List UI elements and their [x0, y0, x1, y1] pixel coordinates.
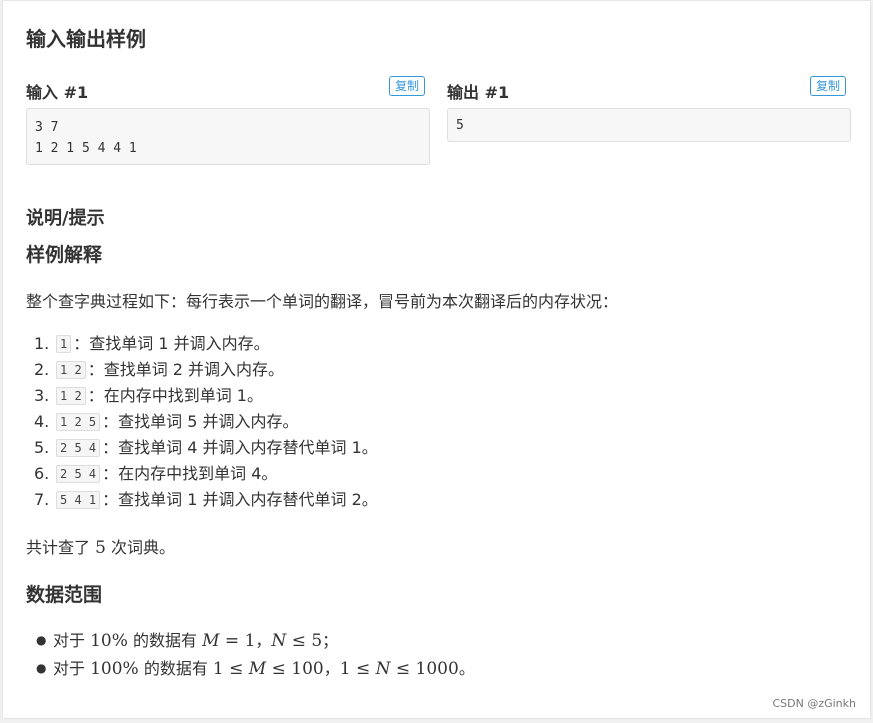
output-sample-box[interactable]: 5 — [447, 108, 851, 142]
memory-chip: 2 5 4 — [56, 465, 101, 483]
data-range-title: 数据范围 — [26, 584, 103, 606]
explain-intro: 整个查字典过程如下：每行表示一个单词的翻译，冒号前为本次翻译后的内存状况： — [26, 292, 619, 311]
copy-output-button[interactable]: 复制 — [810, 76, 847, 96]
input-line-1: 3 7 — [35, 120, 59, 135]
input-line-2: 1 2 1 5 4 4 1 — [35, 141, 137, 156]
section-title: 输入输出样例 — [26, 27, 146, 51]
list-item: 2. 1 2 ：查找单词 2 并调入内存。 — [34, 360, 285, 379]
memory-chip: 1 2 5 — [56, 413, 101, 431]
input-sample-box[interactable]: 3 7 1 2 1 5 4 4 1 — [26, 108, 430, 165]
list-item: 4. 1 2 5 ：查找单词 5 并调入内存。 — [34, 412, 299, 431]
list-item: 3. 1 2 ：在内存中找到单词 1。 — [34, 386, 263, 405]
memory-chip: 1 2 — [56, 361, 86, 379]
output-line-1: 5 — [456, 118, 464, 133]
list-item: 6. 2 5 4 ：在内存中找到单词 4。 — [34, 464, 278, 483]
list-item: 7. 5 4 1 ：查找单词 1 并调入内存替代单词 2。 — [34, 490, 378, 509]
memory-chip: 1 2 — [56, 387, 86, 405]
bullet-icon: ● — [36, 633, 47, 647]
list-item: 1. 1 ：查找单词 1 并调入内存。 — [34, 334, 270, 353]
steps-list: 1. 1 ：查找单词 1 并调入内存。 2. 1 2 ：查找单词 2 并调入内存。 3.… — [34, 331, 378, 513]
memory-chip: 2 5 4 — [56, 439, 101, 457]
memory-chip: 5 4 1 — [56, 491, 101, 509]
range-list: ● 对于 10% 的数据有 M = 1，N ≤ 5； ● 对于 100% 的数据有 … — [36, 626, 475, 682]
input-label: 输入 #1 — [26, 83, 89, 102]
watermark: CSDN @zGinkh — [772, 697, 856, 710]
list-item: 5. 2 5 4 ：查找单词 4 并调入内存替代单词 1。 — [34, 438, 378, 457]
list-item: ● 对于 10% 的数据有 M = 1，N ≤ 5； — [36, 626, 475, 654]
hint-title: 说明/提示 — [26, 208, 105, 229]
list-item: ● 对于 100% 的数据有 1 ≤ M ≤ 100，1 ≤ N ≤ 1000。 — [36, 654, 475, 682]
bullet-icon: ● — [36, 661, 47, 675]
summary-text: 共计查了 5 次词典。 — [26, 538, 176, 558]
sample-explain-title: 样例解释 — [26, 244, 103, 266]
copy-input-button[interactable]: 复制 — [389, 76, 426, 96]
output-label: 输出 #1 — [447, 83, 510, 102]
memory-chip: 1 — [56, 335, 72, 353]
problem-card: 输入输出样例 输入 #1 复制 3 7 1 2 1 5 4 4 1 输出 #1 复… — [2, 0, 871, 719]
